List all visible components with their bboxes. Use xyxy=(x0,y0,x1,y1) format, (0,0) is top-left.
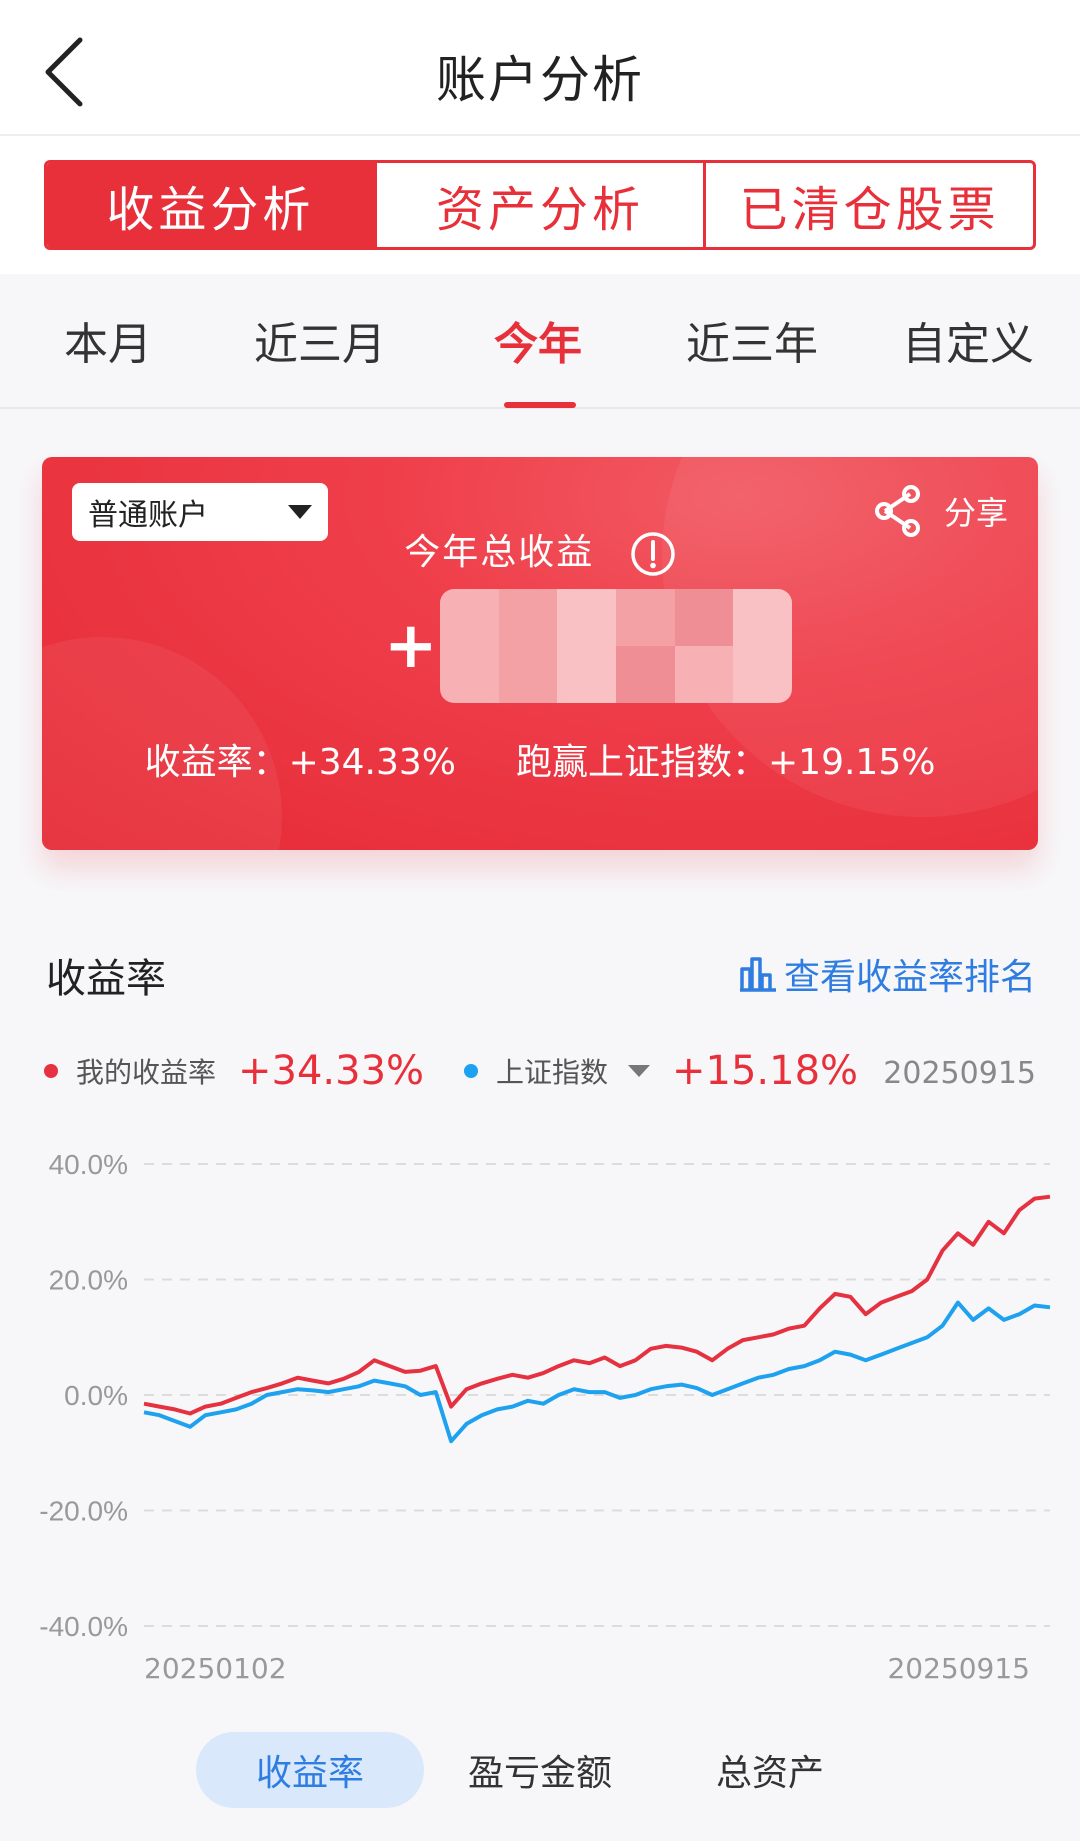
tab-profit-loss-amount[interactable]: 盈亏金额 xyxy=(440,1732,640,1808)
beat-index-text: 跑赢上证指数：+19.15% xyxy=(516,742,936,783)
analysis-segment-control: 收益分析 资产分析 已清仓股票 xyxy=(44,160,1036,250)
legend-index-label: 上证指数 xyxy=(496,1056,609,1089)
y-tick-label: 0.0% xyxy=(64,1380,128,1411)
metric-tabs: 收益率 盈亏金额 总资产 xyxy=(0,1730,1080,1814)
legend-my-return-value: +34.33% xyxy=(238,1048,425,1094)
chart-section-title: 收益率 xyxy=(46,956,166,1002)
x-axis-end-label: 20250915 xyxy=(887,1652,1030,1685)
legend-dot-red xyxy=(44,1064,58,1078)
view-ranking-link[interactable]: 查看收益率排名 xyxy=(738,948,1036,1000)
return-rate-text: 收益率：+34.33% xyxy=(144,742,456,783)
legend-my-return: 我的收益率 +34.33% xyxy=(44,1048,424,1094)
segment-cleared-stocks[interactable]: 已清仓股票 xyxy=(703,163,1033,247)
return-rate-chart: 40.0% 20.0% 0.0% -20.0% -40.0% xyxy=(0,1140,1080,1700)
page-title: 账户分析 xyxy=(436,51,644,109)
y-tick-label: -20.0% xyxy=(39,1496,128,1527)
profit-sign: + xyxy=(384,609,438,683)
tab-this-year[interactable]: 今年 xyxy=(494,308,582,372)
tab-return-rate[interactable]: 收益率 xyxy=(196,1732,424,1808)
period-tabs: 本月 近三月 今年 近三年 自定义 xyxy=(0,274,1080,409)
view-ranking-label: 查看收益率排名 xyxy=(783,957,1036,998)
tab-total-assets[interactable]: 总资产 xyxy=(670,1732,870,1808)
legend-dot-blue xyxy=(464,1064,478,1078)
legend-index[interactable]: 上证指数 +15.18% xyxy=(464,1048,858,1094)
segment-asset-analysis[interactable]: 资产分析 xyxy=(373,163,704,247)
bar-chart-icon xyxy=(739,957,776,992)
y-tick-label: 40.0% xyxy=(49,1149,128,1180)
tab-last-three-years[interactable]: 近三年 xyxy=(686,308,818,372)
index-return-line xyxy=(143,1300,1051,1444)
legend-index-value: +15.18% xyxy=(672,1048,859,1094)
y-tick-label: -40.0% xyxy=(39,1611,128,1642)
x-axis-start-label: 20250102 xyxy=(144,1652,287,1685)
index-dropdown-caret-icon[interactable] xyxy=(628,1065,651,1077)
tab-custom[interactable]: 自定义 xyxy=(902,308,1034,372)
line-chart-svg: 40.0% 20.0% 0.0% -20.0% -40.0% xyxy=(39,1149,1051,1642)
card-stats: 收益率：+34.33% 跑赢上证指数：+19.15% xyxy=(42,733,1038,785)
segment-profit-analysis[interactable]: 收益分析 xyxy=(47,163,374,247)
total-profit-title: 今年总收益 xyxy=(42,523,1038,577)
my-return-line xyxy=(143,1194,1051,1416)
tab-last-three-months[interactable]: 近三月 xyxy=(254,308,386,372)
legend-date: 20250915 xyxy=(883,1056,1036,1091)
y-tick-label: 20.0% xyxy=(49,1265,128,1296)
profit-summary-card: 普通账户 分享 今年总收益 + 收益率：+34.33% 跑赢上证指数：+19.1… xyxy=(42,457,1038,850)
blurred-profit-amount xyxy=(440,589,792,703)
tab-this-month[interactable]: 本月 xyxy=(64,308,152,372)
chart-legend: 我的收益率 +34.33% 上证指数 +15.18% 20250915 xyxy=(44,1048,1036,1108)
total-profit-title-text: 今年总收益 xyxy=(404,532,595,573)
active-tab-indicator xyxy=(504,402,576,408)
nav-bar: 账户分析 xyxy=(0,0,1080,136)
legend-my-return-label: 我的收益率 xyxy=(76,1056,217,1089)
info-icon[interactable] xyxy=(630,531,676,577)
dropdown-caret-icon xyxy=(288,505,312,519)
